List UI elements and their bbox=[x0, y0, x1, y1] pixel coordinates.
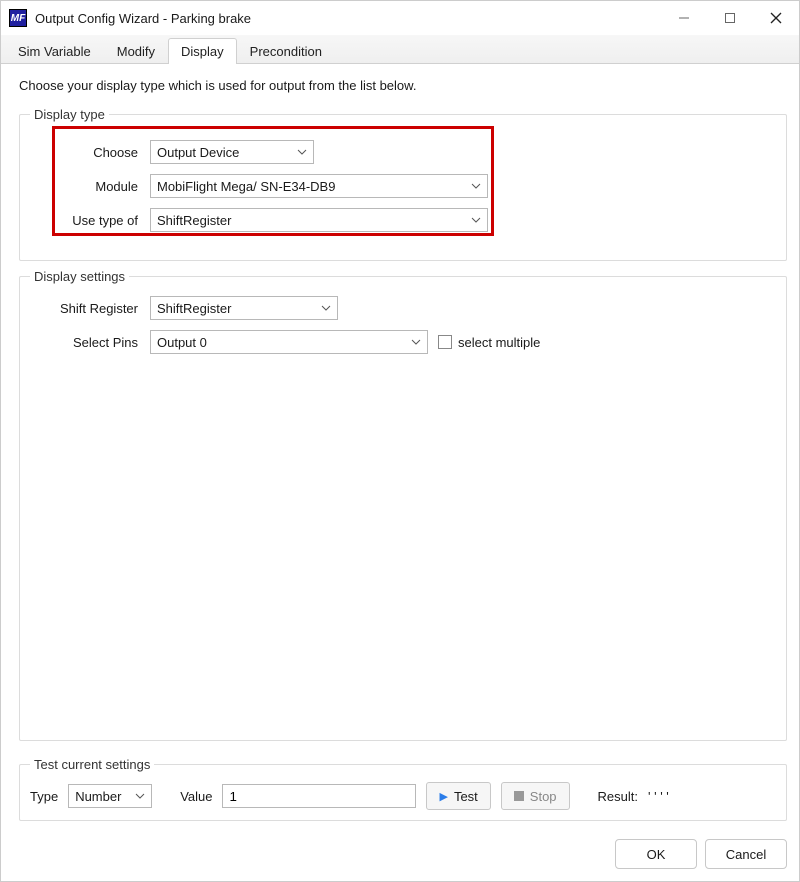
select-multiple-label: select multiple bbox=[458, 335, 540, 350]
value-input[interactable] bbox=[222, 784, 416, 808]
test-button[interactable]: ▶ Test bbox=[426, 782, 490, 810]
test-row: Type Number Value ▶ Test Stop Result: ' … bbox=[30, 782, 776, 810]
result-value: ' ' ' ' bbox=[648, 789, 669, 804]
select-pins-combobox[interactable]: Output 0 bbox=[150, 330, 428, 354]
window-title: Output Config Wizard - Parking brake bbox=[35, 11, 251, 26]
shift-register-row: Shift Register ShiftRegister bbox=[30, 296, 776, 320]
dialog-button-bar: OK Cancel bbox=[1, 829, 799, 881]
display-type-legend: Display type bbox=[30, 107, 109, 122]
type-combobox[interactable]: Number bbox=[68, 784, 152, 808]
display-type-fieldset: Display type Choose Output Device Module… bbox=[19, 107, 787, 261]
chevron-down-icon bbox=[297, 149, 307, 155]
app-icon: MF bbox=[9, 9, 27, 27]
close-icon bbox=[770, 12, 782, 24]
module-label: Module bbox=[30, 179, 150, 194]
tab-modify[interactable]: Modify bbox=[104, 38, 168, 64]
stop-icon bbox=[514, 791, 524, 801]
stop-button[interactable]: Stop bbox=[501, 782, 570, 810]
select-pins-value: Output 0 bbox=[157, 335, 207, 350]
chevron-down-icon bbox=[411, 339, 421, 345]
display-settings-legend: Display settings bbox=[30, 269, 129, 284]
prompt-text: Choose your display type which is used f… bbox=[19, 78, 787, 93]
content-area: Choose your display type which is used f… bbox=[1, 64, 799, 829]
tab-precondition[interactable]: Precondition bbox=[237, 38, 335, 64]
test-settings-legend: Test current settings bbox=[30, 757, 154, 772]
select-pins-row: Select Pins Output 0 select multiple bbox=[30, 330, 776, 354]
test-settings-fieldset: Test current settings Type Number Value … bbox=[19, 757, 787, 821]
maximize-icon bbox=[724, 12, 736, 24]
value-label: Value bbox=[180, 789, 212, 804]
type-label: Type bbox=[30, 789, 58, 804]
chevron-down-icon bbox=[471, 217, 481, 223]
minimize-icon bbox=[678, 12, 690, 24]
choose-value: Output Device bbox=[157, 145, 239, 160]
module-row: Module MobiFlight Mega/ SN-E34-DB9 bbox=[30, 174, 776, 198]
type-value: Number bbox=[75, 789, 121, 804]
select-pins-label: Select Pins bbox=[30, 335, 150, 350]
tab-display[interactable]: Display bbox=[168, 38, 237, 64]
chevron-down-icon bbox=[471, 183, 481, 189]
shift-register-value: ShiftRegister bbox=[157, 301, 231, 316]
chevron-down-icon bbox=[321, 305, 331, 311]
use-type-combobox[interactable]: ShiftRegister bbox=[150, 208, 488, 232]
choose-label: Choose bbox=[30, 145, 150, 160]
ok-button[interactable]: OK bbox=[615, 839, 697, 869]
select-multiple-checkbox[interactable] bbox=[438, 335, 452, 349]
use-type-value: ShiftRegister bbox=[157, 213, 231, 228]
test-button-label: Test bbox=[454, 789, 478, 804]
tab-sim-variable[interactable]: Sim Variable bbox=[5, 38, 104, 64]
tab-bar: Sim Variable Modify Display Precondition bbox=[1, 35, 799, 64]
titlebar: MF Output Config Wizard - Parking brake bbox=[1, 1, 799, 35]
stop-button-label: Stop bbox=[530, 789, 557, 804]
module-value: MobiFlight Mega/ SN-E34-DB9 bbox=[157, 179, 335, 194]
minimize-button[interactable] bbox=[661, 1, 707, 35]
choose-combobox[interactable]: Output Device bbox=[150, 140, 314, 164]
module-combobox[interactable]: MobiFlight Mega/ SN-E34-DB9 bbox=[150, 174, 488, 198]
chevron-down-icon bbox=[135, 793, 145, 799]
display-settings-fieldset: Display settings Shift Register ShiftReg… bbox=[19, 269, 787, 741]
shift-register-combobox[interactable]: ShiftRegister bbox=[150, 296, 338, 320]
play-icon: ▶ bbox=[439, 790, 447, 803]
use-type-label: Use type of bbox=[30, 213, 150, 228]
use-type-row: Use type of ShiftRegister bbox=[30, 208, 776, 232]
maximize-button[interactable] bbox=[707, 1, 753, 35]
cancel-button[interactable]: Cancel bbox=[705, 839, 787, 869]
close-button[interactable] bbox=[753, 1, 799, 35]
shift-register-label: Shift Register bbox=[30, 301, 150, 316]
result-label: Result: bbox=[598, 789, 638, 804]
window: MF Output Config Wizard - Parking brake … bbox=[0, 0, 800, 882]
choose-row: Choose Output Device bbox=[30, 140, 776, 164]
